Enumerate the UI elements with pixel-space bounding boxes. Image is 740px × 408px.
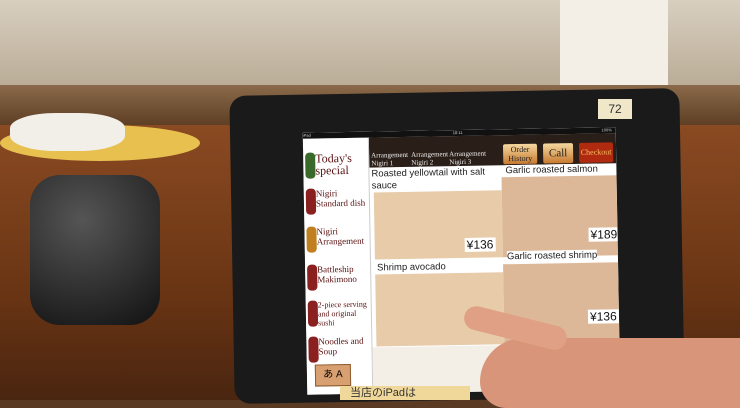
tab-arrangement-nigiri-3[interactable]: Arrangement Nigiri 3 bbox=[449, 150, 487, 167]
item-price: ¥136 bbox=[464, 237, 496, 252]
item-price: ¥189 bbox=[588, 227, 620, 242]
sidebar-item-2-piece[interactable]: 2-piece serving and original sushi bbox=[307, 300, 372, 328]
item-image-salmon[interactable] bbox=[501, 175, 618, 258]
item-title: Shrimp avocado bbox=[377, 261, 446, 274]
time: 18:11 bbox=[452, 129, 463, 136]
call-button[interactable]: Call bbox=[542, 143, 574, 164]
item-price: ¥136 bbox=[587, 309, 619, 324]
item-title: Garlic roasted salmon bbox=[505, 163, 598, 177]
item-title: Garlic roasted shrimp bbox=[506, 249, 598, 263]
sidebar-item-battleship[interactable]: Battleship Makimono bbox=[307, 264, 371, 291]
sidebar-item-noodles[interactable]: Noodles and Soup bbox=[308, 336, 372, 363]
menu-card bbox=[560, 0, 668, 95]
sidebar-item-nigiri-standard[interactable]: Nigiri Standard dish bbox=[305, 188, 370, 215]
tab-arrangement-nigiri-2[interactable]: Arrangement Nigiri 2 bbox=[411, 150, 449, 167]
checkout-button[interactable]: Checkout bbox=[578, 142, 614, 163]
sushi bbox=[10, 113, 125, 151]
sidebar-item-todays-special[interactable]: Today's special bbox=[305, 151, 369, 179]
hot-water-tap bbox=[30, 175, 160, 325]
sign: 当店のiPadは bbox=[340, 386, 470, 400]
sidebar-item-nigiri-arrangement[interactable]: Nigiri Arrangement bbox=[306, 226, 370, 253]
item-title: Roasted yellowtail with salt sauce bbox=[371, 166, 502, 193]
table-number: 72 bbox=[598, 99, 632, 119]
carrier: iPad bbox=[302, 132, 311, 138]
battery: 100% bbox=[601, 127, 612, 133]
language-button[interactable]: あ A bbox=[314, 363, 352, 387]
order-history-button[interactable]: Order History bbox=[502, 143, 538, 165]
hand bbox=[480, 338, 740, 408]
category-sidebar: Today's special Nigiri Standard dish Nig… bbox=[302, 137, 374, 395]
tab-arrangement-nigiri-1[interactable]: Arrangement Nigiri 1 bbox=[371, 151, 411, 168]
